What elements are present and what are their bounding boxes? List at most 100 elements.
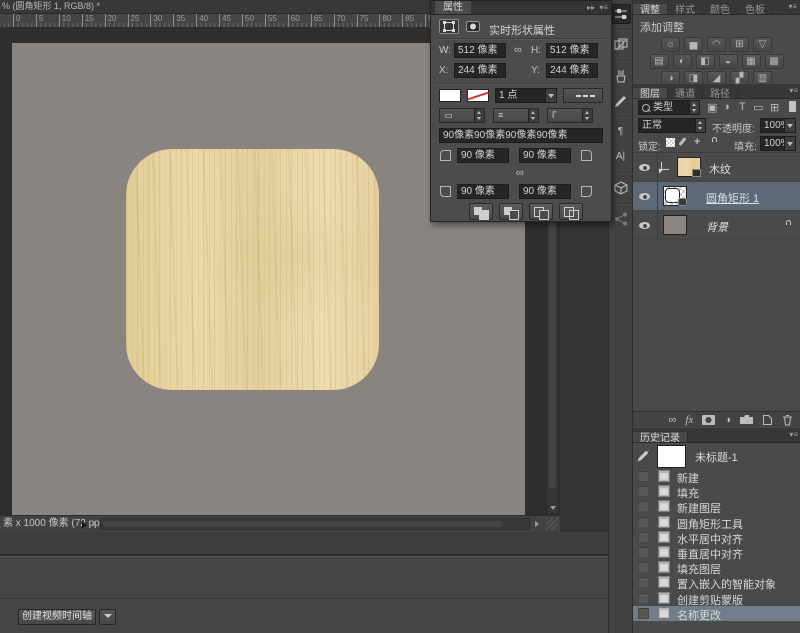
new-adjustment-layer-icon[interactable]: ◑ <box>724 413 731 427</box>
live-shape-icon[interactable] <box>439 19 459 34</box>
visibility-eye-icon[interactable] <box>639 164 650 171</box>
eye-cell[interactable] <box>633 182 658 210</box>
adjustment-levels-icon[interactable]: ▅ <box>684 37 703 52</box>
visibility-eye-icon[interactable] <box>639 193 650 200</box>
history-entry-row[interactable]: 水平居中对齐 <box>633 530 800 545</box>
rounded-rectangle-shape[interactable] <box>126 149 379 390</box>
horizontal-scrollbar-thumb[interactable] <box>103 521 503 527</box>
3d-material-panel-icon[interactable] <box>611 178 631 198</box>
history-entry-row[interactable]: 名称更改 <box>633 606 800 621</box>
adjustment-curves-icon[interactable]: ◠ <box>707 37 726 52</box>
collapse-panel-icon[interactable]: ▸▸ <box>587 3 595 12</box>
adjustment-exposure-icon[interactable]: ⊞ <box>730 37 749 52</box>
adjustment-color-lookup-icon[interactable]: ▩ <box>765 54 784 69</box>
brush-panel-icon[interactable] <box>611 91 631 111</box>
link-radii-icon[interactable]: ∞ <box>516 167 524 179</box>
layer-row-wood[interactable]: 木纹 <box>633 153 800 182</box>
stroke-corners-select[interactable]: Γ <box>547 108 593 123</box>
stroke-type-select[interactable] <box>563 88 603 103</box>
radius-bottom-left-input[interactable]: 90 像素 <box>457 184 509 199</box>
tab-swatches[interactable]: 色板 <box>738 4 773 15</box>
eye-cell[interactable] <box>633 211 658 239</box>
adjustment-color-balance-icon[interactable]: ◐ <box>673 54 692 69</box>
history-source-checkbox[interactable] <box>638 517 649 528</box>
filter-smart-objects-icon[interactable]: ⊞ <box>770 101 779 114</box>
history-brush-source-icon[interactable] <box>637 449 650 462</box>
height-input[interactable]: 512 像素 <box>546 43 598 58</box>
snapshot-name[interactable]: 未标题-1 <box>695 449 738 465</box>
history-source-checkbox[interactable] <box>638 471 649 482</box>
stroke-align-select[interactable]: ▭ <box>439 108 485 123</box>
layer-thumbnail[interactable] <box>663 186 687 206</box>
panel-menu-icon[interactable]: ▾≡ <box>789 430 798 439</box>
history-entry-row[interactable]: 填充 <box>633 484 800 499</box>
eye-cell[interactable] <box>633 153 658 181</box>
tab-history[interactable]: 历史记录 <box>633 432 688 443</box>
stepper-icon[interactable] <box>695 119 705 132</box>
clone-source-panel-icon[interactable] <box>611 35 631 55</box>
add-layer-mask-icon[interactable] <box>702 415 715 425</box>
radius-bottom-right-input[interactable]: 90 像素 <box>519 184 571 199</box>
blend-mode-select[interactable]: 正常 <box>638 118 706 133</box>
layer-row-rounded-rectangle[interactable]: 圆角矩形 1 <box>633 182 800 211</box>
tab-properties[interactable]: 属性 <box>435 1 471 14</box>
history-entry-row[interactable]: 圆角矩形工具 <box>633 515 800 530</box>
scroll-left-icon[interactable] <box>92 521 96 527</box>
stroke-caps-select[interactable]: ≡ <box>493 108 539 123</box>
stepper-icon[interactable] <box>582 109 592 122</box>
panel-menu-icon[interactable]: ▾≡ <box>789 86 798 95</box>
stroke-color-swatch[interactable] <box>467 89 489 102</box>
timeline-mode-dropdown[interactable] <box>99 609 116 625</box>
history-entry-row[interactable]: 创建剪贴蒙版 <box>633 591 800 606</box>
window-resize-grip[interactable] <box>546 518 558 530</box>
chevron-down-icon[interactable] <box>784 119 795 132</box>
history-entry-row[interactable]: 置入嵌入的智能对象 <box>633 575 800 590</box>
x-input[interactable]: 244 像素 <box>454 63 506 78</box>
y-input[interactable]: 244 像素 <box>546 63 598 78</box>
history-entry-row[interactable]: 填充图层 <box>633 560 800 575</box>
layer-thumbnail[interactable] <box>677 157 701 177</box>
layer-row-background[interactable]: 背景 <box>633 211 800 240</box>
chevron-down-icon[interactable] <box>784 137 795 150</box>
scroll-down-icon[interactable] <box>550 506 556 510</box>
adjustment-black-white-icon[interactable]: ◧ <box>696 54 715 69</box>
fill-input[interactable]: 100% <box>760 136 796 151</box>
masks-icon[interactable] <box>463 19 483 34</box>
snapshot-thumbnail[interactable] <box>657 445 686 468</box>
filter-toggle-switch[interactable] <box>789 101 796 112</box>
paragraph-panel-icon[interactable]: ¶ <box>611 122 631 142</box>
stepper-icon[interactable] <box>689 101 699 114</box>
link-layers-icon[interactable]: ∞ <box>669 413 677 427</box>
lock-position-icon[interactable]: + <box>694 136 700 148</box>
adjustment-hue-saturation-icon[interactable]: ▤ <box>650 54 669 69</box>
adjustment-channel-mixer-icon[interactable]: ▦ <box>742 54 761 69</box>
layer-name[interactable]: 圆角矩形 1 <box>706 190 759 206</box>
fill-color-swatch[interactable] <box>439 89 461 102</box>
layer-style-fx-icon[interactable]: fx <box>685 413 693 427</box>
adjustment-photo-filter-icon[interactable]: ◒ <box>719 54 738 69</box>
corner-radius-summary-input[interactable]: 90像素90像素90像素90像素 <box>439 128 603 143</box>
visibility-eye-icon[interactable] <box>639 222 650 229</box>
share-panel-icon[interactable] <box>611 209 631 229</box>
layer-name[interactable]: 背景 <box>706 219 728 235</box>
tab-color[interactable]: 颜色 <box>703 4 738 15</box>
panel-menu-icon[interactable]: ▾≡ <box>788 2 797 11</box>
history-snapshot-row[interactable]: 未标题-1 <box>633 443 800 469</box>
new-group-folder-icon[interactable] <box>740 415 753 425</box>
lock-transparency-icon[interactable] <box>666 138 675 147</box>
stepper-icon[interactable] <box>528 109 538 122</box>
opacity-input[interactable]: 100% <box>760 118 796 133</box>
tab-styles[interactable]: 样式 <box>668 4 703 15</box>
properties-panel-icon[interactable] <box>611 4 631 24</box>
character-panel-icon[interactable]: A| <box>611 147 631 167</box>
filter-type-layers-icon[interactable]: T <box>739 101 746 113</box>
horizontal-scrollbar[interactable] <box>100 518 530 530</box>
history-source-checkbox[interactable] <box>638 501 649 512</box>
width-input[interactable]: 512 像素 <box>454 43 506 58</box>
history-entry-row[interactable]: 新建 <box>633 469 800 484</box>
stroke-width-select[interactable]: 1 点 <box>495 88 557 103</box>
history-entry-row[interactable]: 垂直居中对齐 <box>633 545 800 560</box>
adjustment-vibrance-icon[interactable]: ▽ <box>753 37 772 52</box>
layer-filter-select[interactable]: 类型 <box>638 100 700 115</box>
link-dimensions-icon[interactable]: ∞ <box>514 44 522 56</box>
